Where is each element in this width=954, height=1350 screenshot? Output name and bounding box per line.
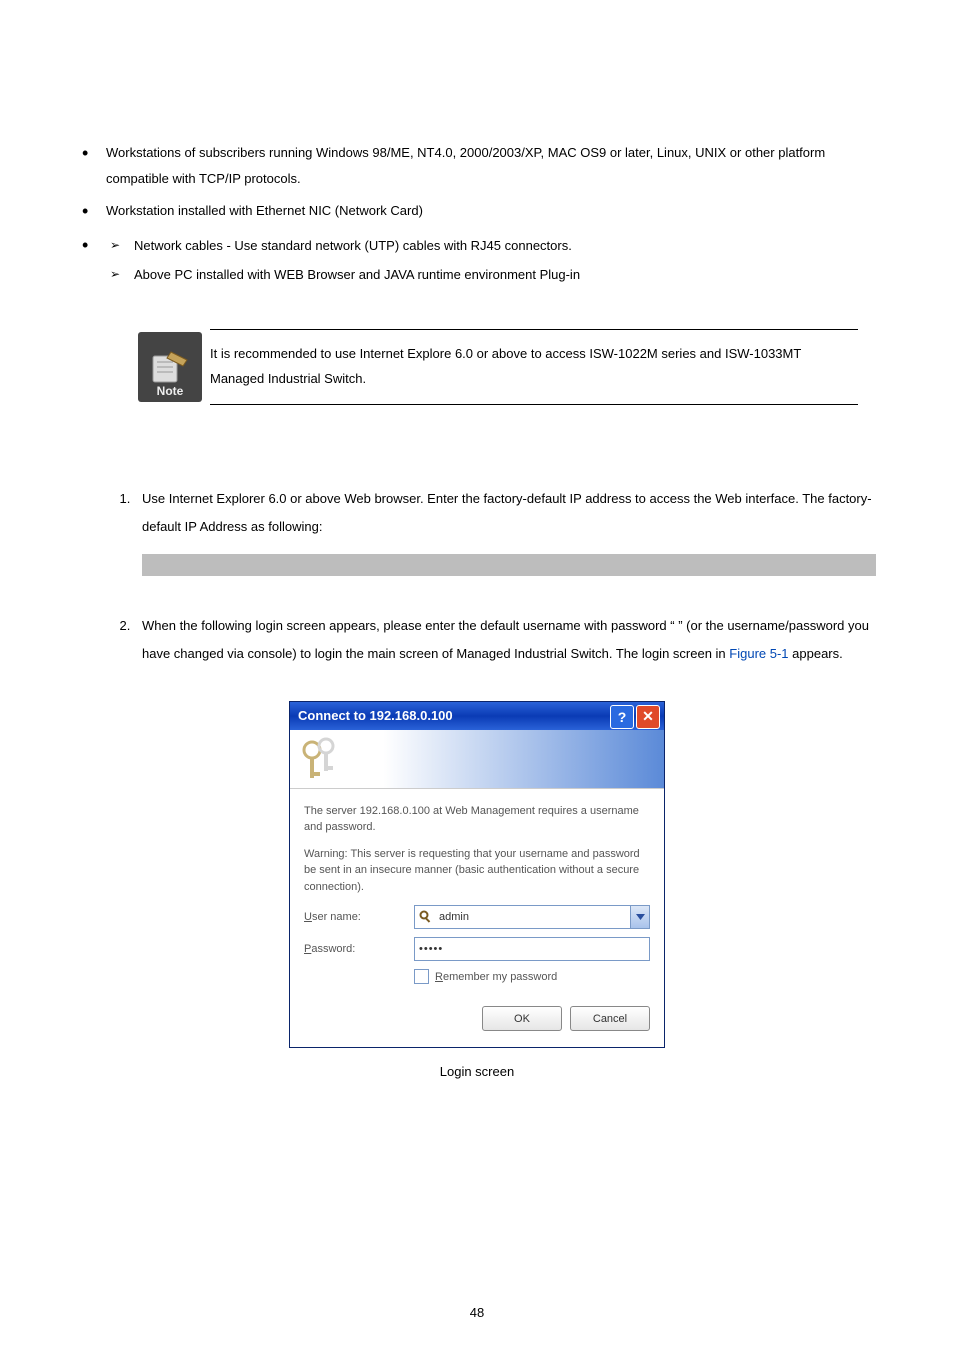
help-button[interactable]: ? bbox=[610, 705, 634, 729]
close-button[interactable]: ✕ bbox=[636, 705, 660, 729]
ok-button[interactable]: OK bbox=[482, 1006, 562, 1031]
note-text: It is recommended to use Internet Explor… bbox=[210, 329, 858, 404]
figure-caption: Login screen bbox=[78, 1064, 876, 1079]
key-icon bbox=[419, 910, 433, 924]
bullet: Workstations of subscribers running Wind… bbox=[78, 140, 876, 192]
dialog-banner bbox=[290, 730, 664, 789]
dialog-title: Connect to 192.168.0.100 bbox=[298, 708, 453, 723]
bullet: Workstation installed with Ethernet NIC … bbox=[78, 198, 876, 224]
password-input[interactable]: ••••• bbox=[414, 937, 650, 961]
step-1: Use Internet Explorer 6.0 or above Web b… bbox=[134, 485, 876, 576]
dialog-titlebar: Connect to 192.168.0.100 ? ✕ bbox=[290, 702, 664, 730]
page-number: 48 bbox=[0, 1305, 954, 1320]
remember-label: Remember my password bbox=[435, 971, 557, 983]
username-input[interactable]: admin bbox=[414, 905, 650, 929]
ip-bar bbox=[142, 554, 876, 576]
bullet: Network cables - Use standard network (U… bbox=[78, 232, 876, 289]
login-dialog: Connect to 192.168.0.100 ? ✕ The server … bbox=[289, 701, 665, 1049]
remember-checkbox[interactable] bbox=[414, 969, 429, 984]
step-2: When the following login screen appears,… bbox=[134, 612, 876, 669]
cancel-button[interactable]: Cancel bbox=[570, 1006, 650, 1031]
username-label: User name: bbox=[304, 911, 414, 923]
dialog-message-1: The server 192.168.0.100 at Web Manageme… bbox=[304, 803, 650, 836]
dialog-message-2: Warning: This server is requesting that … bbox=[304, 846, 650, 896]
sub-bullet: Network cables - Use standard network (U… bbox=[106, 232, 876, 261]
keys-icon bbox=[300, 736, 342, 782]
sub-bullet: Above PC installed with WEB Browser and … bbox=[106, 261, 876, 290]
figure-link: Figure 5-1 bbox=[729, 646, 788, 661]
password-label: Password: bbox=[304, 943, 414, 955]
note-label: Note bbox=[157, 384, 184, 398]
note-icon: Note bbox=[138, 332, 202, 402]
chevron-down-icon[interactable] bbox=[630, 906, 649, 928]
